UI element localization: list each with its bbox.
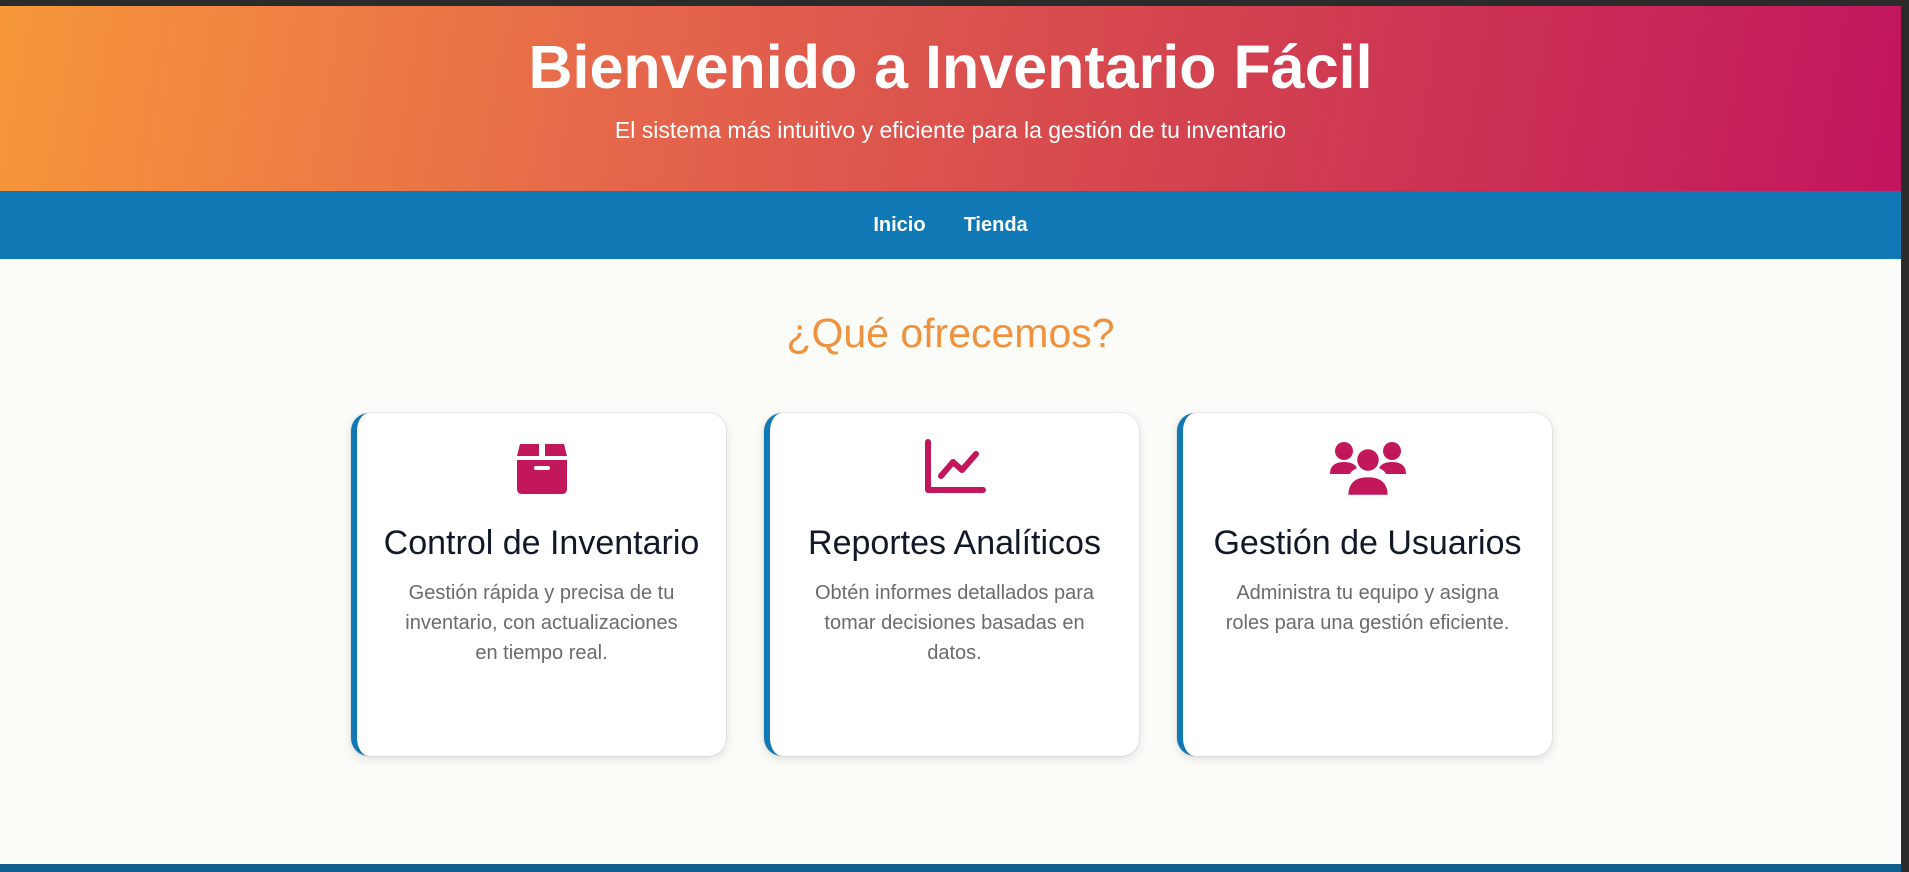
- main-navbar: Inicio Tienda: [0, 191, 1901, 259]
- hero-subtitle: El sistema más intuitivo y eficiente par…: [614, 117, 1287, 143]
- feature-title: Control de Inventario: [383, 524, 700, 562]
- feature-description: Administra tu equipo y asigna roles para…: [1225, 582, 1510, 634]
- hero-title: Bienvenido a Inventario Fácil: [528, 33, 1373, 101]
- users-icon: [1329, 442, 1406, 498]
- hero-banner: Bienvenido a Inventario Fácil El sistema…: [0, 6, 1901, 191]
- box-icon: [516, 444, 567, 494]
- feature-card-users: Gestión de Usuarios Administra tu equipo…: [1177, 413, 1552, 756]
- feature-title: Gestión de Usuarios: [1213, 524, 1522, 562]
- feature-description: Obtén informes detallados para tomar dec…: [814, 582, 1095, 664]
- chart-line-icon: [924, 439, 986, 493]
- footer-edge: [0, 864, 1901, 872]
- features-list: Control de Inventario Gestión rápida y p…: [351, 413, 1552, 756]
- feature-card-inventory: Control de Inventario Gestión rápida y p…: [351, 413, 726, 756]
- feature-card-reports: Reportes Analíticos Obtén informes detal…: [764, 413, 1139, 756]
- feature-title: Reportes Analíticos: [808, 524, 1101, 562]
- page: Bienvenido a Inventario Fácil El sistema…: [0, 6, 1901, 872]
- section-title: ¿Qué ofrecemos?: [786, 310, 1115, 356]
- feature-description: Gestión rápida y precisa de tu inventari…: [405, 582, 678, 664]
- nav-link-tienda[interactable]: Tienda: [964, 214, 1028, 237]
- nav-link-inicio[interactable]: Inicio: [873, 214, 925, 237]
